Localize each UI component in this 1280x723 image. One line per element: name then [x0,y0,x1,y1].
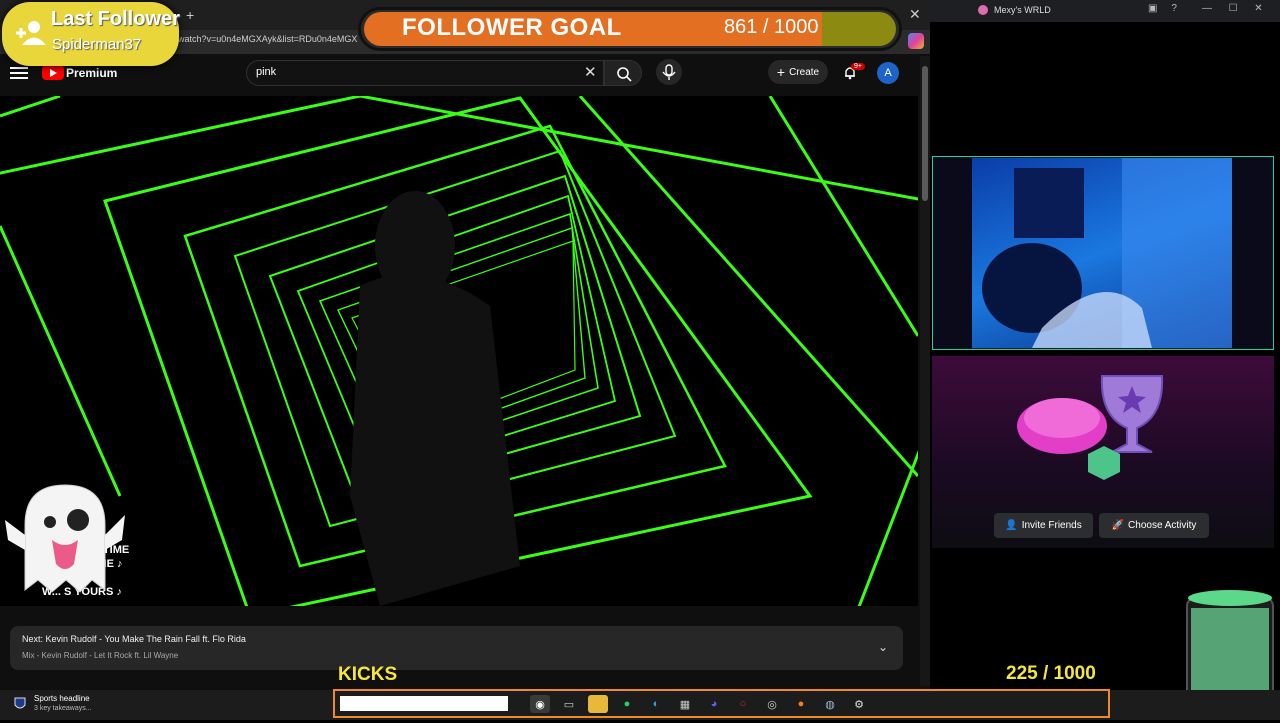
voice-search-button[interactable] [656,59,682,85]
taskbar-apps: ◉ ▭ ● ◐ ▦ ◕ ○ ◎ ● ◍ ⚙ [530,695,869,713]
close-icon[interactable]: ✕ [909,6,921,23]
file-explorer-icon[interactable] [588,695,608,713]
webcam-feed [972,158,1232,348]
choose-activity-button[interactable]: 🚀 Choose Activity [1099,513,1209,538]
copilot-icon[interactable]: ◉ [530,695,550,713]
search-button[interactable] [604,60,642,86]
search-value[interactable]: pink [256,66,276,78]
up-next-subtitle: Mix - Kevin Rudolf - Let It Rock ft. Lil… [22,651,179,660]
add-user-icon [14,20,48,46]
chevron-down-icon[interactable]: ⌄ [878,640,888,654]
firefox-icon[interactable]: ● [791,695,811,713]
video-frame [0,96,918,606]
up-next-title[interactable]: Next: Kevin Rudolf - You Make The Rain F… [22,634,246,644]
up-next-panel[interactable] [10,626,903,670]
task-view-icon[interactable]: ▭ [559,695,579,713]
edge-icon[interactable]: ◐ [646,695,666,713]
window-controls[interactable]: ▣ ? — ☐ ✕ [1148,3,1263,14]
sports-shield-icon[interactable] [14,697,26,711]
add-user-icon: 👤 [1005,520,1018,531]
obs-icon[interactable]: ◎ [762,695,782,713]
clear-search-icon[interactable]: ✕ [584,63,597,81]
search-input[interactable] [246,60,604,86]
invite-friends-label: Invite Friends [1021,520,1082,531]
settings-gear-icon[interactable]: ⚙ [849,695,869,713]
minimize-icon[interactable]: — [1202,3,1212,14]
new-tab-icon[interactable]: + [186,7,194,23]
video-player[interactable] [0,96,918,606]
trophy-icon [1017,375,1164,480]
follower-goal-remaining [822,12,896,46]
news-widget-title[interactable]: Sports headline [34,694,90,703]
inbox-icon[interactable]: ▣ [1148,3,1157,14]
kicks-count: 225 / 1000 [1006,663,1096,684]
opera-icon[interactable]: ○ [733,695,753,713]
discord-window-title: Mexy's WRLD [994,5,1051,15]
notification-badge: 9+ [851,63,865,70]
avatar[interactable]: A [877,62,899,84]
menu-icon[interactable] [10,64,28,82]
taskbar-search-input[interactable] [340,696,508,711]
discord-icon[interactable]: ◕ [704,695,724,713]
last-follower-name: Spiderman37 [52,36,142,53]
ghost-emoji-icon [0,480,130,595]
news-widget-subtitle[interactable]: 3 key takeaways... [34,705,92,712]
plus-icon: + [776,64,786,80]
invite-friends-button[interactable]: 👤 Invite Friends [994,513,1093,538]
choose-activity-label: Choose Activity [1128,520,1197,531]
follower-goal-count: 861 / 1000 [724,16,819,38]
copilot-icon[interactable] [908,33,924,49]
url-text[interactable]: watch?v=u0n4eMGXAyk&list=RDu0n4eMGX [178,34,357,44]
microphone-icon [662,64,676,80]
kicks-label: KICKS [338,664,398,685]
help-icon[interactable]: ? [1171,3,1177,14]
steam-icon[interactable]: ◍ [820,695,840,713]
close-window-icon[interactable]: ✕ [1254,3,1262,14]
app-icon[interactable]: ▦ [675,695,695,713]
create-button[interactable]: + Create [768,60,828,84]
youtube-brand[interactable]: Premium [66,66,117,80]
create-label: Create [789,66,820,78]
scrollbar-thumb[interactable] [922,66,928,201]
search-icon [617,67,632,82]
last-follower-title: Last Follower [51,8,180,30]
youtube-logo-icon[interactable] [42,65,64,80]
spotify-icon[interactable]: ● [617,695,637,713]
rocket-icon: 🚀 [1111,520,1125,531]
server-icon [978,5,988,15]
follower-goal-label: FOLLOWER GOAL [402,14,622,41]
maximize-icon[interactable]: ☐ [1229,3,1238,14]
